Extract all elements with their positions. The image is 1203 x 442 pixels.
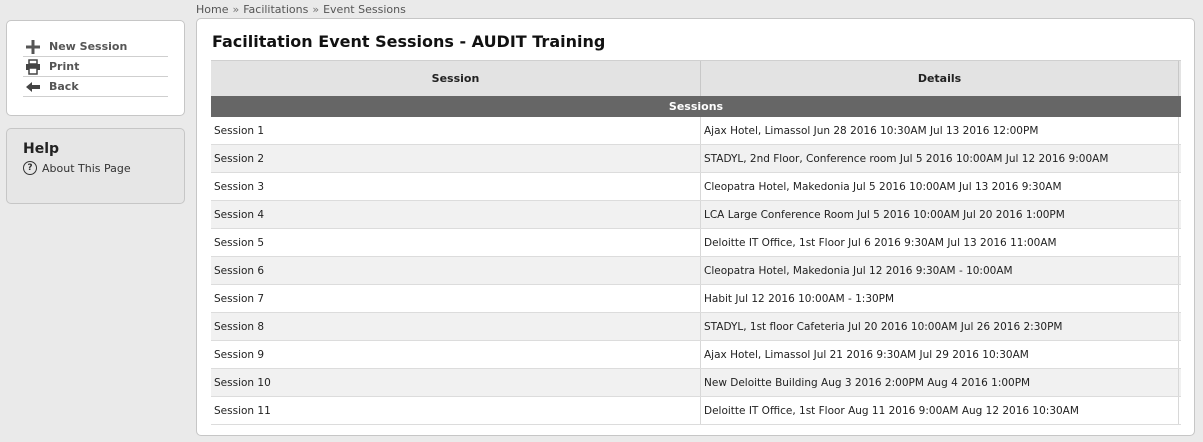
details-cell: Habit Jul 12 2016 10:00AM - 1:30PM (701, 285, 1179, 312)
table-body: Session 1 Ajax Hotel, Limassol Jun 28 201… (211, 117, 1181, 425)
details-cell: Cleopatra Hotel, Makedonia Jul 5 2016 10… (701, 173, 1179, 200)
about-this-page-label: About This Page (42, 161, 131, 175)
session-cell: Session 2 (211, 145, 701, 172)
table-row[interactable]: Session 1 Ajax Hotel, Limassol Jun 28 201… (211, 117, 1181, 145)
session-cell: Session 7 (211, 285, 701, 312)
about-this-page-link[interactable]: ? About This Page (23, 161, 168, 175)
group-header-sessions: Sessions (211, 96, 1181, 117)
question-icon: ? (23, 161, 37, 175)
table-row[interactable]: Session 10 New Deloitte Building Aug 3 20… (211, 369, 1181, 397)
new-session-label: New Session (49, 40, 128, 53)
back-button[interactable]: Back (23, 77, 168, 97)
print-label: Print (49, 60, 80, 73)
table-row[interactable]: Session 7 Habit Jul 12 2016 10:00AM - 1:3… (211, 285, 1181, 313)
plus-icon (23, 39, 43, 55)
actions-panel: New Session Print Back (6, 20, 185, 116)
table-row[interactable]: Session 11 Deloitte IT Office, 1st Floor … (211, 397, 1181, 425)
table-row[interactable]: Session 5 Deloitte IT Office, 1st Floor J… (211, 229, 1181, 257)
breadcrumb-facilitations[interactable]: Facilitations (243, 3, 308, 16)
table-row[interactable]: Session 8 STADYL, 1st floor Cafeteria Jul… (211, 313, 1181, 341)
details-cell: LCA Large Conference Room Jul 5 2016 10:… (701, 201, 1179, 228)
main-content: Facilitation Event Sessions - AUDIT Trai… (196, 18, 1195, 436)
back-arrow-icon (23, 79, 43, 95)
details-cell: Deloitte IT Office, 1st Floor Aug 11 201… (701, 397, 1179, 424)
printer-icon (23, 58, 43, 75)
details-cell: Cleopatra Hotel, Makedonia Jul 12 2016 9… (701, 257, 1179, 284)
session-cell: Session 4 (211, 201, 701, 228)
details-cell: New Deloitte Building Aug 3 2016 2:00PM … (701, 369, 1179, 396)
details-cell: STADYL, 1st floor Cafeteria Jul 20 2016 … (701, 313, 1179, 340)
details-cell: STADYL, 2nd Floor, Conference room Jul 5… (701, 145, 1179, 172)
back-label: Back (49, 80, 79, 93)
table-row[interactable]: Session 4 LCA Large Conference Room Jul 5… (211, 201, 1181, 229)
breadcrumb: Home » Facilitations » Event Sessions (196, 2, 406, 16)
session-cell: Session 11 (211, 397, 701, 424)
details-cell: Deloitte IT Office, 1st Floor Jul 6 2016… (701, 229, 1179, 256)
table-row[interactable]: Session 9 Ajax Hotel, Limassol Jul 21 201… (211, 341, 1181, 369)
session-cell: Session 5 (211, 229, 701, 256)
session-cell: Session 3 (211, 173, 701, 200)
breadcrumb-current: Event Sessions (323, 2, 406, 16)
help-panel: Help ? About This Page (6, 128, 185, 204)
help-title: Help (23, 141, 60, 157)
session-cell: Session 9 (211, 341, 701, 368)
session-cell: Session 6 (211, 257, 701, 284)
breadcrumb-separator: » (232, 2, 240, 16)
page-title: Facilitation Event Sessions - AUDIT Trai… (212, 32, 606, 51)
breadcrumb-home[interactable]: Home (196, 3, 228, 16)
new-session-button[interactable]: New Session (23, 37, 168, 57)
breadcrumb-separator: » (312, 2, 320, 16)
column-header-details[interactable]: Details (701, 61, 1179, 96)
session-cell: Session 8 (211, 313, 701, 340)
session-cell: Session 1 (211, 117, 701, 144)
column-header-session[interactable]: Session (211, 61, 701, 96)
table-row[interactable]: Session 3 Cleopatra Hotel, Makedonia Jul … (211, 173, 1181, 201)
table-row[interactable]: Session 2 STADYL, 2nd Floor, Conference r… (211, 145, 1181, 173)
table-row[interactable]: Session 6 Cleopatra Hotel, Makedonia Jul … (211, 257, 1181, 285)
sessions-table: Session Details Sessions Session 1 Ajax H… (211, 60, 1181, 425)
table-header: Session Details (211, 60, 1181, 96)
details-cell: Ajax Hotel, Limassol Jun 28 2016 10:30AM… (701, 117, 1179, 144)
details-cell: Ajax Hotel, Limassol Jul 21 2016 9:30AM … (701, 341, 1179, 368)
print-button[interactable]: Print (23, 57, 168, 77)
session-cell: Session 10 (211, 369, 701, 396)
